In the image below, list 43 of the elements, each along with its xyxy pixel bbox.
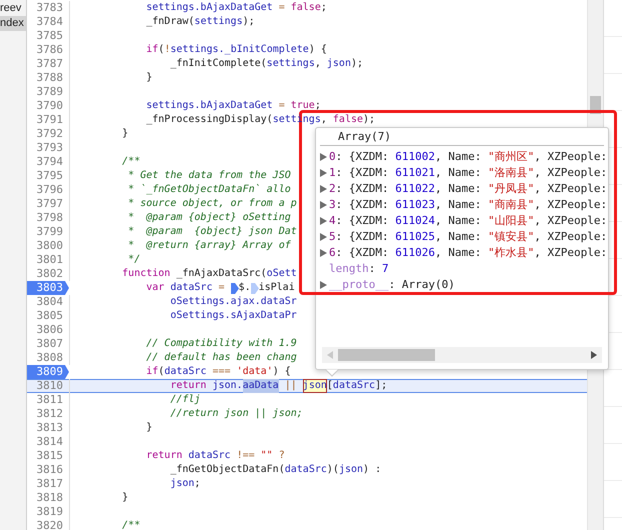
code-line: return dataSrc !== "" ? — [145, 449, 285, 463]
code-line: function _fnAjaxDataSrc(oSett — [121, 267, 297, 281]
code-line: oSettings.sAjaxDataPr — [169, 309, 297, 323]
property-text: 3: {XZDM: 611023, Name: "商南县", XZPeople: — [329, 197, 608, 213]
code-line: return json.aaData || json[dataSrc]; — [169, 379, 388, 393]
code-line: } — [145, 421, 152, 435]
code-line: if(dataSrc === 'data') { — [145, 365, 291, 379]
code-line: _fnInitComplete(settings, json); — [169, 57, 364, 71]
property-text: 4: {XZDM: 611024, Name: "山阳县", XZPeople: — [329, 213, 608, 229]
code-line: * @param {object} oSetting — [127, 211, 291, 225]
property-text: 1: {XZDM: 611021, Name: "洛南县", XZPeople: — [329, 165, 608, 181]
property-text: length: 7 — [329, 261, 389, 277]
code-line: } — [145, 71, 152, 85]
code-line: /** — [121, 155, 140, 169]
code-line: // default has been chang — [145, 351, 297, 365]
code-line: // Compatibility with 1.9 — [145, 337, 297, 351]
code-line: if(!settings._bInitComplete) { — [145, 43, 327, 57]
code-line: /** — [121, 519, 140, 530]
popover-title: Array(7) — [320, 128, 604, 146]
property-text: 2: {XZDM: 611022, Name: "丹凤县", XZPeople: — [329, 181, 608, 197]
code-line: * @param {object} json Dat — [127, 225, 297, 239]
code-line: oSettings.ajax.dataSr — [169, 295, 297, 309]
code-line: * @return {array} Array of — [127, 239, 291, 253]
property-text: 0: {XZDM: 611002, Name: "商州区", XZPeople: — [329, 149, 608, 165]
code-text: isPlai — [258, 281, 295, 295]
code-line: //flj — [169, 393, 200, 407]
code-line: _fnDraw(settings); — [145, 15, 255, 29]
code-line: _fnGetObjectDataFn(dataSrc)(json) : — [169, 463, 382, 477]
code-line: //return json || json; — [169, 407, 303, 421]
property-text: 6: {XZDM: 611026, Name: "柞水县", XZPeople: — [329, 245, 608, 261]
code-line: * source object, or from a p — [127, 197, 297, 211]
code-line: } — [121, 127, 128, 141]
code-line: } — [121, 491, 128, 505]
code-line: json; — [169, 477, 200, 491]
code-line: */ — [127, 253, 140, 267]
code-text: $. — [238, 281, 251, 295]
code-line: settings.bAjaxDataGet = false; — [145, 1, 327, 15]
code-line: settings.bAjaxDataGet = true; — [145, 99, 321, 113]
code-line: * Get the data from the JSO — [127, 169, 291, 183]
property-text: __proto__: Array(0) — [329, 277, 455, 293]
property-text: 5: {XZDM: 611025, Name: "镇安县", XZPeople: — [329, 229, 608, 245]
code-text: var dataSrc = — [145, 281, 226, 295]
code-line: * `_fnGetObjectDataFn` allo — [127, 183, 291, 197]
